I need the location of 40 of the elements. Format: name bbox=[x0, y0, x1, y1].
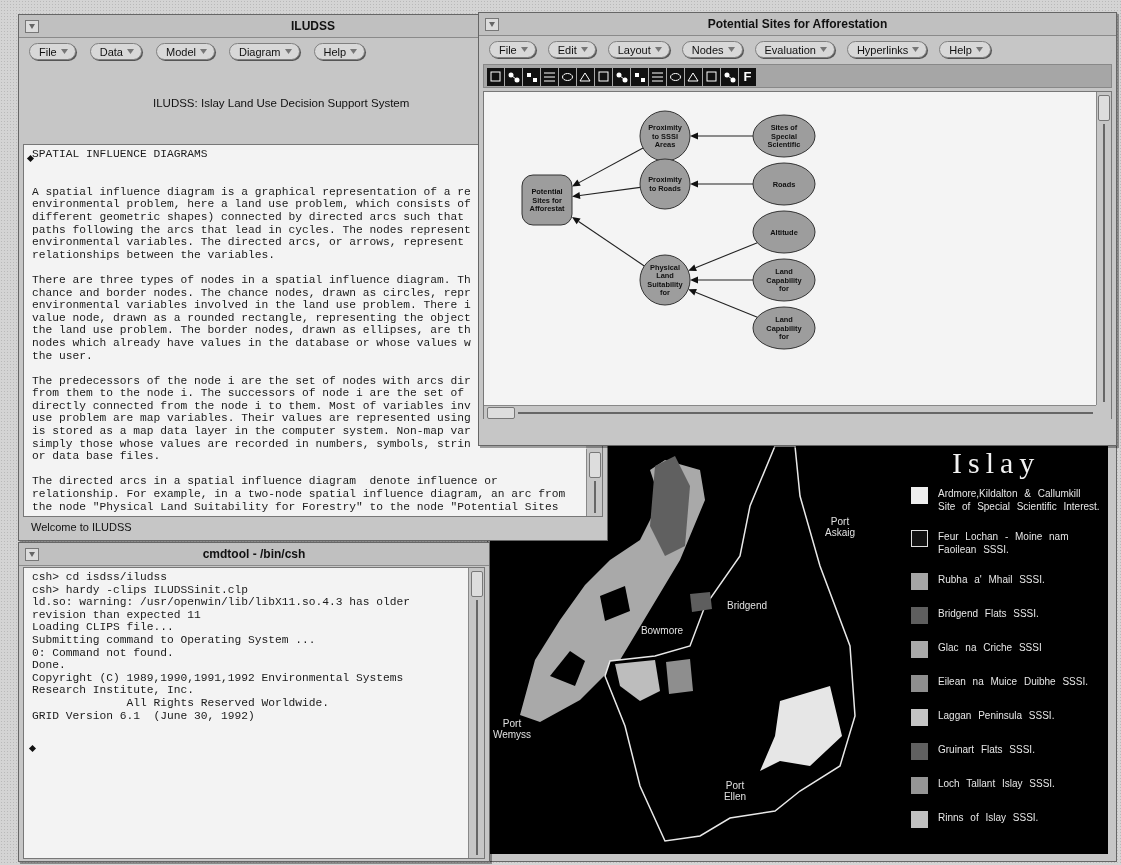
place-label: Port Wemyss bbox=[492, 718, 532, 740]
legend-label: Gruinart Flats SSSI. bbox=[938, 743, 1036, 756]
menu-button[interactable]: Hyperlinks bbox=[846, 41, 928, 58]
app-subtitle: ILUDSS: Islay Land Use Decision Support System bbox=[153, 97, 410, 109]
status-message: Welcome to ILUDSS bbox=[31, 521, 132, 533]
legend-label: Eilean na Muice Duibhe SSSI. bbox=[938, 675, 1089, 688]
place-label: Bridgend bbox=[727, 599, 767, 611]
legend-label: Rinns of Islay SSSI. bbox=[938, 811, 1040, 824]
menu-button[interactable]: Nodes bbox=[681, 41, 743, 58]
menu-button[interactable]: Help bbox=[939, 41, 991, 58]
menu-button[interactable]: Evaluation bbox=[754, 41, 835, 58]
legend-label: Bridgend Flats SSSI. bbox=[938, 607, 1040, 620]
place-label: Bowmore bbox=[640, 624, 684, 636]
menu-button[interactable]: Model bbox=[156, 43, 215, 60]
paragraph: There are three types of nodes in a spatial influence diagram. Th chance and border nodes. The chance nodes, drawn as circles, repr environmental variables involved in the land use problem. There i value node, drawn as a rounded rectangle, representing the object the land use problem. The border nodes, drawn as ellipses, are th nodes which already have values in the database or whose values w the user. bbox=[32, 273, 471, 363]
paragraph: The directed arcs in a spatial influence diagram denote influence or relationship. For example, in a two-node spatial influence diagram, an arc from the node "Physical Land Suitability for Forestry" to the node "Potential Sites bbox=[32, 475, 566, 514]
window-title: ILUDSS bbox=[291, 19, 335, 33]
place-label: Port Askaig bbox=[825, 516, 855, 538]
legend-label: Laggan Peninsula SSSI. bbox=[938, 709, 1056, 722]
window-title: Potential Sites for Afforestation bbox=[707, 17, 888, 31]
legend-label: Rubha a' Mhail SSSI. bbox=[938, 573, 1046, 586]
place-label: Port Ellen bbox=[723, 780, 747, 802]
legend-label: Ardmore,Kildalton & Callumkill Site of Special Scientific Interest. bbox=[938, 487, 1101, 513]
legend-label: Loch Tallant Islay SSSI. bbox=[938, 777, 1056, 790]
map-title: Islay bbox=[952, 447, 1041, 479]
menu-button[interactable]: File bbox=[29, 43, 76, 60]
window-title: cmdtool - /bin/csh bbox=[202, 547, 306, 561]
terminal-output: csh> cd isdss/iludss csh> hardy -clips ILUDSSinit.clp ld.so: warning: /usr/openwin/lib/libX11.so.4.3 has older revision than expected 11 Loading CLIPS file... Submitting command to Operating System ... 0: Command not found. Done. Copyright (C) 1989,1990,1991,1992 Environmental Systems Research Institute, Inc. All Rights Reserved Worldwide. GRID Version 6.1 (June 30, 1992) bbox=[32, 571, 411, 723]
menu-button[interactable]: Layout bbox=[607, 41, 670, 58]
menu-button[interactable]: File bbox=[489, 41, 536, 58]
paragraph: The predecessors of the node i are the set of nodes with arcs dir from them to the node i. The successors of node i are the set of directly connected from the node i to them. Most of variables inv use problem are map variables. Their values are represented using is stored as a map data layer in the computer system. Non-map var simply those whose values are recorded in numbers, symbols, strin or data base files. bbox=[32, 374, 471, 463]
menu-button[interactable]: Edit bbox=[547, 41, 596, 58]
menu-button[interactable]: Help bbox=[313, 43, 366, 60]
menu-button[interactable]: Data bbox=[89, 43, 142, 60]
legend-label: Feur Lochan - Moine nam Faoilean SSSI. bbox=[938, 530, 1070, 556]
toolbar-button[interactable]: F bbox=[739, 68, 756, 86]
section-heading: SPATIAL INFLUENCE DIAGRAMS bbox=[32, 148, 208, 161]
legend-label: Glac na Criche SSSI bbox=[938, 641, 1043, 654]
menu-button[interactable]: Diagram bbox=[228, 43, 300, 60]
paragraph: A spatial influence diagram is a graphical representation of a re environmental problem, here a land use problem, which consists of different geometric shapes) connected by directed arcs such that paths following the arcs that lead in cycles. The nodes represent environmental variables. The directed arcs, or arrows, represent relationships between the variables. bbox=[32, 185, 471, 262]
